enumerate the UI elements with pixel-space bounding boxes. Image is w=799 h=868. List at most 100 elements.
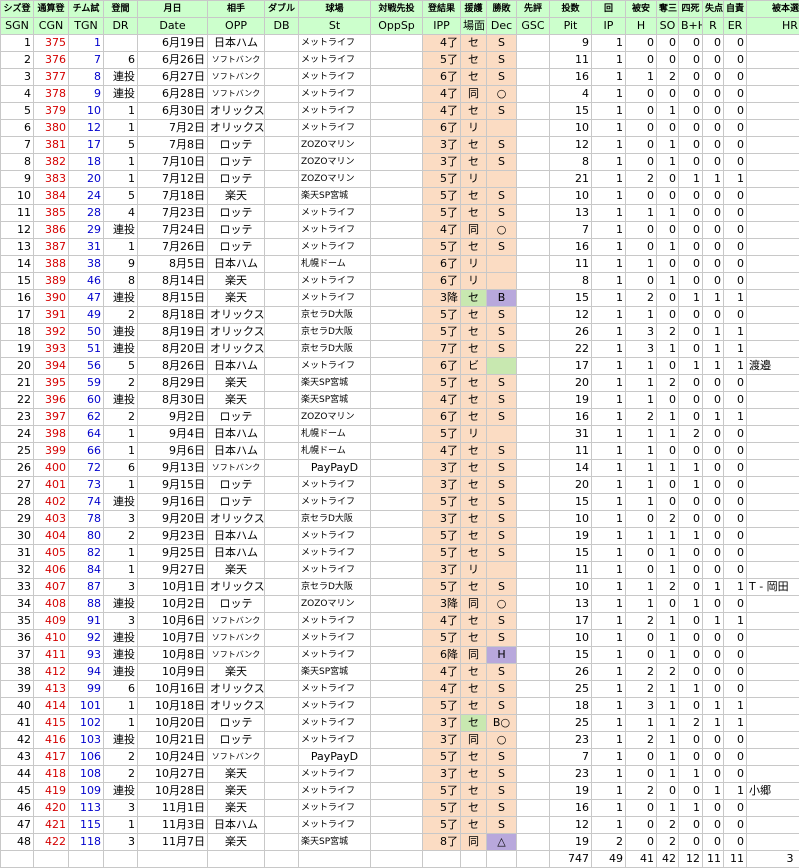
cell-hr [747, 596, 799, 613]
cell-stadium: ZOZOマリン [299, 596, 371, 613]
cell-dec: S [487, 800, 517, 817]
cell-date: 10月1日 [138, 579, 208, 596]
cell-gsc [517, 613, 550, 630]
cell-pit: 10 [550, 630, 592, 647]
cell-scene: セ [461, 324, 487, 341]
cell-bh: 0 [679, 698, 703, 715]
cell-ip: 1 [592, 256, 626, 273]
cell-dec [487, 273, 517, 290]
table-row: 33778連投6月27日ソフトバンクメットライフ6了セS16112000 [1, 69, 799, 86]
cell-ip: 1 [592, 188, 626, 205]
cell-pit: 23 [550, 766, 592, 783]
cell-db [265, 528, 299, 545]
table-row: 46420113311月1日楽天メットライフ5了セS16101100 [1, 800, 799, 817]
cell-ip: 1 [592, 749, 626, 766]
cell-opp: 日本ハム [208, 817, 265, 834]
cell-h: 0 [626, 817, 657, 834]
cell-dr: 連投 [104, 222, 138, 239]
cell-ip: 1 [592, 324, 626, 341]
cell-gsc [517, 783, 550, 800]
cell-stadium: メットライフ [299, 630, 371, 647]
cell-cgn: 397 [34, 409, 69, 426]
cell-date: 8月5日 [138, 256, 208, 273]
cell-scene: セ [461, 511, 487, 528]
cell-er: 0 [724, 545, 747, 562]
cell-gsc [517, 324, 550, 341]
cell-stadium: PayPayD [299, 749, 371, 766]
cell-date: 6月27日 [138, 69, 208, 86]
cell-date: 9月20日 [138, 511, 208, 528]
cell-tgn: 50 [69, 324, 104, 341]
table-row: 40414101110月18日オリックスメットライフ5了セS18131011 [1, 698, 799, 715]
table-row: 324068419月27日楽天メットライフ3了リ11101000 [1, 562, 799, 579]
cell-opp: ロッテ [208, 154, 265, 171]
total-so: 42 [657, 851, 679, 868]
cell-cgn: 418 [34, 766, 69, 783]
cell-ip: 1 [592, 103, 626, 120]
cell-scene: セ [461, 205, 487, 222]
cell-date: 7月12日 [138, 171, 208, 188]
cell-r: 0 [703, 647, 724, 664]
cell-ip: 1 [592, 443, 626, 460]
cell-ipp: 4了 [423, 664, 461, 681]
cell-r: 0 [703, 188, 724, 205]
cell-r: 0 [703, 545, 724, 562]
cell-date: 7月24日 [138, 222, 208, 239]
cell-bh: 1 [679, 596, 703, 613]
cell-opp: ロッテ [208, 494, 265, 511]
cell-tgn: 94 [69, 664, 104, 681]
cell-ipp: 3了 [423, 732, 461, 749]
cell-date: 8月30日 [138, 392, 208, 409]
cell-so: 1 [657, 460, 679, 477]
cell-cgn: 383 [34, 171, 69, 188]
totals-empty [138, 851, 208, 868]
cell-oppsp [371, 120, 423, 137]
cell-ip: 1 [592, 426, 626, 443]
cell-ip: 2 [592, 834, 626, 851]
cell-date: 7月10日 [138, 154, 208, 171]
cell-cgn: 403 [34, 511, 69, 528]
cell-r: 0 [703, 69, 724, 86]
cell-dr: 連投 [104, 494, 138, 511]
cell-hr [747, 256, 799, 273]
stats-table-container: シズ登通算登チム試登間月日相手ダブル球場対戦先投登結果援護勝敗先評投数回被安奪三… [0, 0, 799, 817]
cell-oppsp [371, 171, 423, 188]
cell-oppsp [371, 290, 423, 307]
cell-pit: 19 [550, 834, 592, 851]
cell-stadium: メットライフ [299, 715, 371, 732]
cell-r: 1 [703, 171, 724, 188]
cell-bh: 2 [679, 715, 703, 732]
cell-ip: 1 [592, 596, 626, 613]
cell-stadium: メットライフ [299, 613, 371, 630]
cell-stadium: メットライフ [299, 494, 371, 511]
header-jp-stadium: 球場 [299, 1, 371, 18]
cell-gsc [517, 222, 550, 239]
table-row: 213955928月29日楽天楽天SP宮城5了セS20112000 [1, 375, 799, 392]
cell-cgn: 385 [34, 205, 69, 222]
cell-er: 0 [724, 511, 747, 528]
table-row: 63801217月2日オリックスメットライフ6了リ10100000 [1, 120, 799, 137]
cell-stadium: メットライフ [299, 358, 371, 375]
header-jp-er: 自責 [724, 1, 747, 18]
cell-cgn: 380 [34, 120, 69, 137]
cell-oppsp [371, 732, 423, 749]
cell-sgn: 24 [1, 426, 34, 443]
cell-hr: T - 岡田 [747, 579, 799, 596]
cell-cgn: 405 [34, 545, 69, 562]
cell-cgn: 390 [34, 290, 69, 307]
cell-sgn: 41 [1, 715, 34, 732]
cell-r: 0 [703, 256, 724, 273]
cell-ip: 1 [592, 154, 626, 171]
cell-gsc [517, 443, 550, 460]
cell-ipp: 3了 [423, 477, 461, 494]
cell-h: 0 [626, 630, 657, 647]
cell-hr [747, 239, 799, 256]
cell-sgn: 47 [1, 817, 34, 834]
cell-stadium: PayPayD [299, 460, 371, 477]
cell-ipp: 5了 [423, 545, 461, 562]
cell-so: 1 [657, 103, 679, 120]
cell-bh: 0 [679, 273, 703, 290]
cell-opp: 楽天 [208, 783, 265, 800]
cell-bh: 0 [679, 52, 703, 69]
cell-er: 0 [724, 137, 747, 154]
